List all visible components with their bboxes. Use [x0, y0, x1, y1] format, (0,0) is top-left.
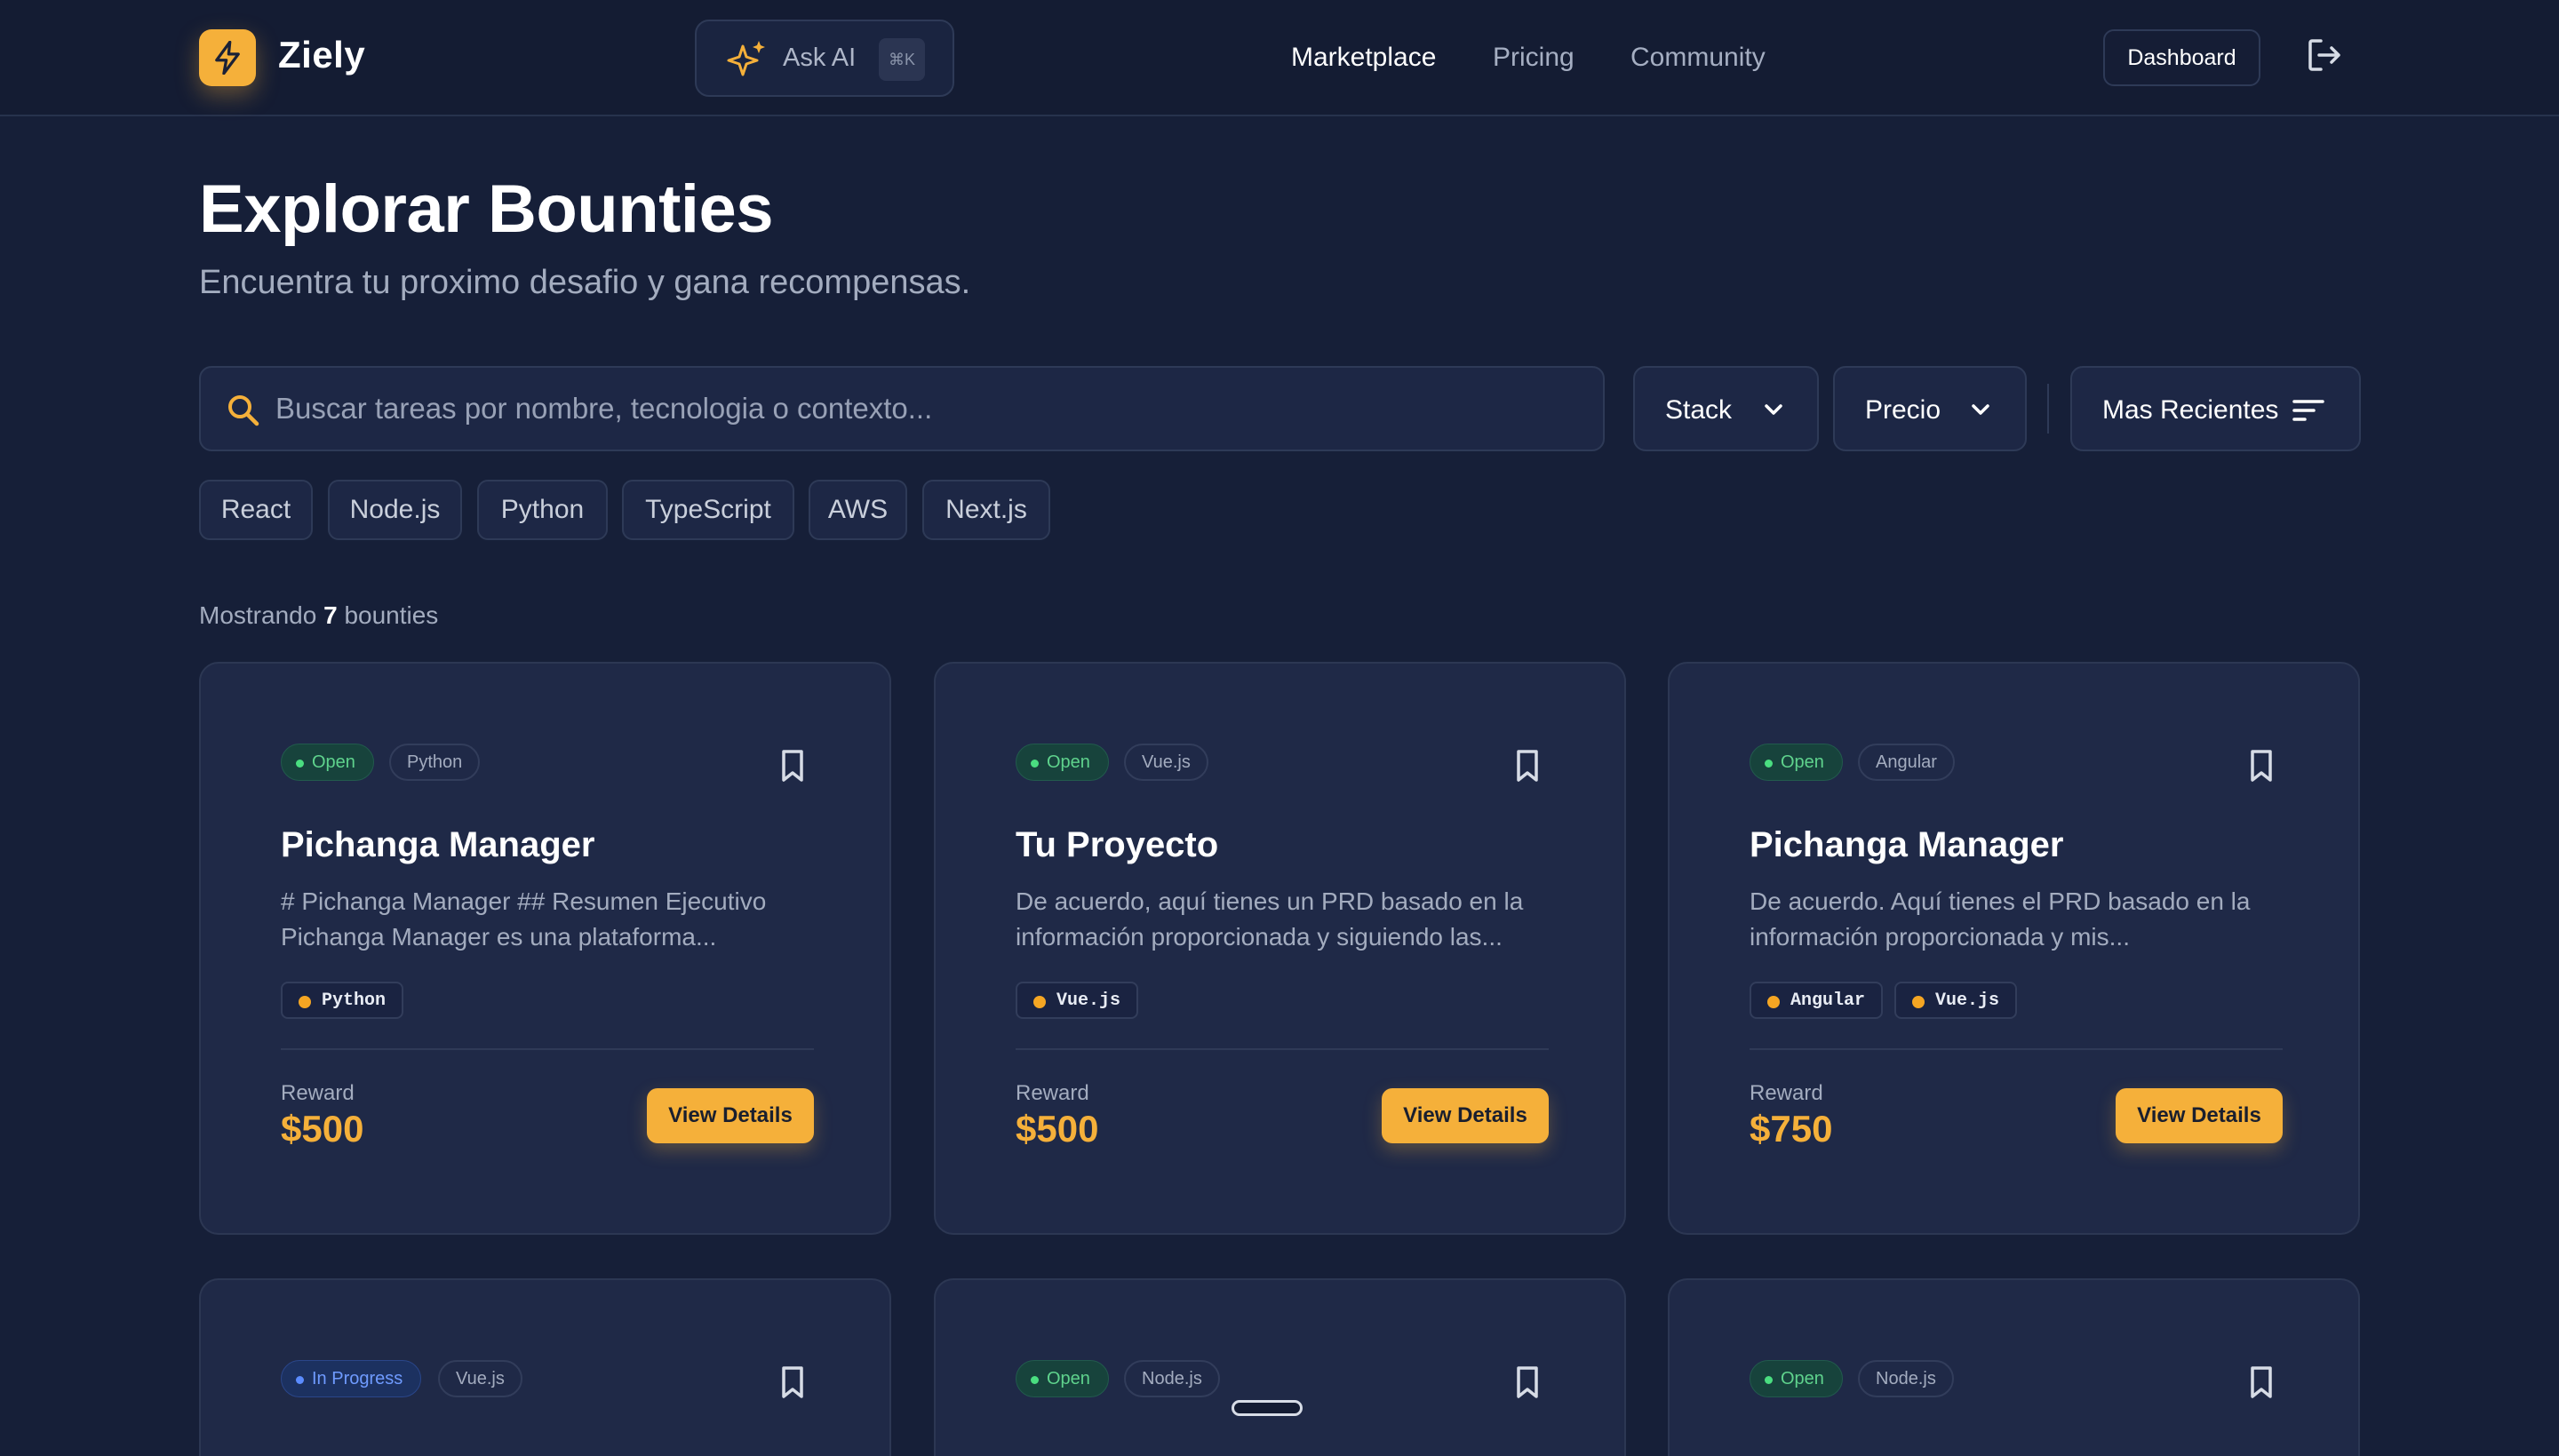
- tech-tag: Python: [389, 744, 481, 781]
- card-title: Tu Proyecto: [1016, 825, 1219, 864]
- view-details-button[interactable]: View Details: [1382, 1088, 1549, 1143]
- filter-divider: [2047, 384, 2049, 434]
- chip-nodejs[interactable]: Node.js: [328, 480, 462, 540]
- nav-community[interactable]: Community: [1630, 43, 1766, 73]
- skill-tag: Vue.js: [1016, 982, 1139, 1019]
- search-icon: [228, 395, 259, 426]
- skill-tag: Python: [281, 982, 404, 1019]
- tech-tag: Node.js: [1124, 1360, 1220, 1397]
- status-badge: Open: [1016, 744, 1109, 781]
- sort-dropdown[interactable]: Mas Recientes: [2070, 366, 2361, 451]
- tech-tag: Vue.js: [1124, 744, 1208, 781]
- card-description: # Pichanga Manager ## Resumen Ejecutivo …: [281, 887, 767, 951]
- bounty-card: Open Angular Pichanga Manager De acuerdo…: [1668, 662, 2360, 1235]
- view-details-button[interactable]: View Details: [647, 1088, 814, 1143]
- reward-value: $500: [1016, 1108, 1099, 1150]
- sort-label: Mas Recientes: [2102, 395, 2279, 425]
- bounty-card: In Progress Vue.js: [199, 1278, 891, 1456]
- card-divider: [281, 1048, 814, 1050]
- reward-label: Reward: [1016, 1081, 1089, 1105]
- card-divider: [1750, 1048, 2283, 1050]
- sparkle-icon: [727, 41, 765, 76]
- skill-tag: Angular: [1750, 982, 1884, 1019]
- bookmark-icon[interactable]: [1506, 744, 1549, 787]
- card-title: Pichanga Manager: [1750, 825, 2064, 864]
- stack-filter-label: Stack: [1665, 395, 1733, 425]
- status-badge: Open: [1750, 1360, 1843, 1397]
- reward-label: Reward: [281, 1081, 355, 1105]
- card-description: De acuerdo, aquí tienes un PRD basado en…: [1016, 887, 1524, 951]
- bookmark-icon[interactable]: [2240, 744, 2283, 787]
- status-badge: Open: [1750, 744, 1843, 781]
- brand-name[interactable]: Ziely: [278, 34, 365, 76]
- ask-ai-label: Ask AI: [783, 44, 857, 72]
- ask-ai-button[interactable]: Ask AI ⌘K: [695, 20, 954, 97]
- nav-pricing[interactable]: Pricing: [1493, 43, 1574, 73]
- sort-lines-icon: [2292, 400, 2324, 421]
- price-filter-label: Precio: [1865, 395, 1941, 425]
- chip-nextjs[interactable]: Next.js: [922, 480, 1050, 540]
- bounty-card: Open Python Pichanga Manager # Pichanga …: [199, 662, 891, 1235]
- card-divider: [1016, 1048, 1549, 1050]
- status-badge: Open: [281, 744, 374, 781]
- chevron-down-icon: [1765, 404, 1782, 415]
- nav-marketplace[interactable]: Marketplace: [1291, 43, 1436, 73]
- bookmark-icon[interactable]: [771, 1361, 814, 1404]
- status-badge: In Progress: [281, 1360, 422, 1397]
- tech-tag: Vue.js: [438, 1360, 522, 1397]
- brand-logo[interactable]: [199, 29, 256, 86]
- scroll-indicator[interactable]: [1232, 1400, 1303, 1416]
- results-count: Mostrando 7 bounties: [199, 601, 439, 629]
- search-input[interactable]: [274, 368, 1589, 450]
- stack-filter-dropdown[interactable]: Stack: [1633, 366, 1819, 451]
- page-title: Explorar Bounties: [199, 171, 774, 247]
- card-title: Pichanga Manager: [281, 825, 595, 864]
- reward-value: $750: [1750, 1108, 1833, 1150]
- top-navbar: Ziely Ask AI ⌘K Marketplace Pricing Comm…: [0, 0, 2559, 116]
- chip-typescript[interactable]: TypeScript: [622, 480, 794, 540]
- card-description: De acuerdo. Aquí tienes el PRD basado en…: [1750, 887, 2251, 951]
- price-filter-dropdown[interactable]: Precio: [1833, 366, 2027, 451]
- chip-react[interactable]: React: [199, 480, 313, 540]
- dashboard-button[interactable]: Dashboard: [2103, 29, 2260, 86]
- reward-label: Reward: [1750, 1081, 1823, 1105]
- logout-icon[interactable]: [2305, 36, 2344, 75]
- chip-python[interactable]: Python: [477, 480, 608, 540]
- chevron-down-icon: [1972, 404, 1989, 415]
- bookmark-icon[interactable]: [771, 744, 814, 787]
- tech-tag: Node.js: [1858, 1360, 1954, 1397]
- tech-tag: Angular: [1858, 744, 1955, 781]
- chip-aws[interactable]: AWS: [809, 480, 907, 540]
- bounty-card: Open Vue.js Tu Proyecto De acuerdo, aquí…: [934, 662, 1626, 1235]
- bookmark-icon[interactable]: [1506, 1361, 1549, 1404]
- bounty-card: Open Node.js: [1668, 1278, 2360, 1456]
- reward-value: $500: [281, 1108, 364, 1150]
- lightning-icon: [215, 41, 240, 75]
- skill-tag: Vue.js: [1894, 982, 2018, 1019]
- view-details-button[interactable]: View Details: [2116, 1088, 2283, 1143]
- ask-ai-shortcut: ⌘K: [879, 38, 925, 81]
- status-badge: Open: [1016, 1360, 1109, 1397]
- bookmark-icon[interactable]: [2240, 1361, 2283, 1404]
- page-subtitle: Encuentra tu proximo desafio y gana reco…: [199, 264, 971, 301]
- bounty-card: Open Node.js: [934, 1278, 1626, 1456]
- search-bar: [199, 366, 1605, 451]
